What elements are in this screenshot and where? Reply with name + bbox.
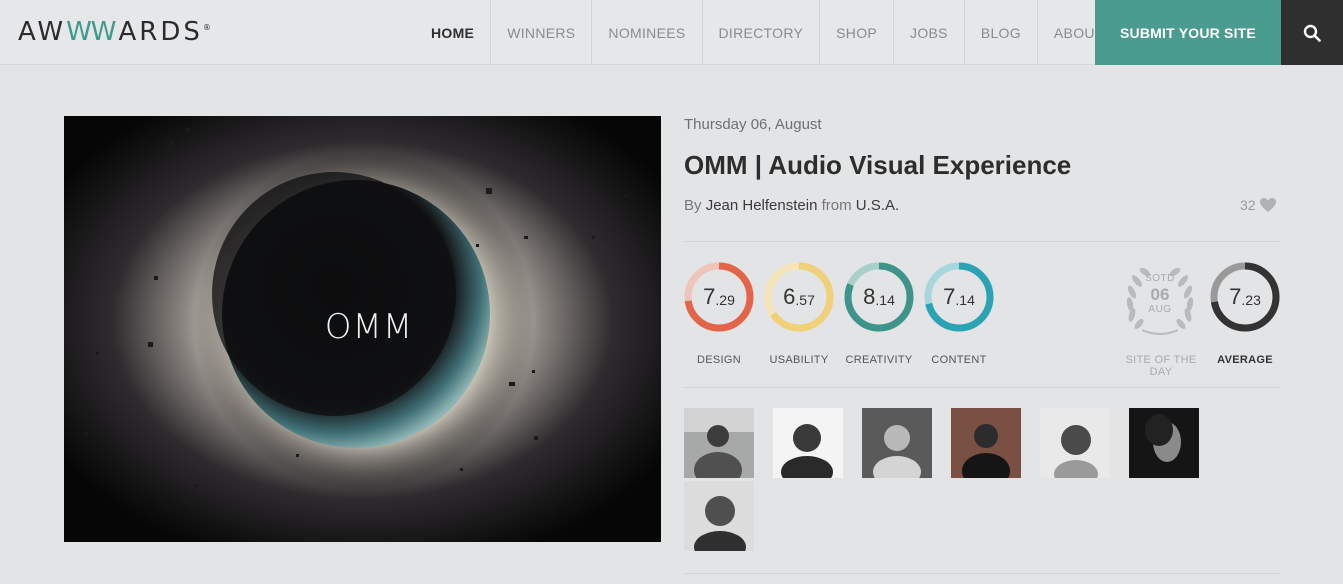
main-nav: HOME WINNERS NOMINEES DIRECTORY SHOP JOB… [415, 0, 1144, 65]
nav-blog[interactable]: BLOG [963, 0, 1037, 65]
usability-label: USABILITY [769, 354, 829, 366]
site-screenshot-image[interactable]: OMM [64, 116, 661, 542]
jury-avatar[interactable] [1040, 408, 1110, 478]
creativity-label: CREATIVITY [845, 354, 913, 366]
nav-jobs[interactable]: JOBS [893, 0, 964, 65]
design-label: DESIGN [697, 354, 741, 366]
site-title: OMM | Audio Visual Experience [684, 150, 1072, 180]
by-label: By [684, 197, 702, 214]
nav-winners[interactable]: WINNERS [490, 0, 591, 65]
average-score: 7.23 [1210, 262, 1280, 332]
nav-home[interactable]: HOME [415, 0, 490, 65]
site-header: AWWW ARDS® HOME WINNERS NOMINEES DIRECTOR… [0, 0, 1343, 65]
design-score: 7.29 [684, 262, 754, 332]
heart-icon [1259, 198, 1276, 212]
jury-avatar[interactable] [684, 408, 754, 478]
divider [684, 241, 1280, 242]
nav-nominees[interactable]: NOMINEES [591, 0, 701, 65]
eclipse-artwork: OMM [64, 116, 661, 542]
from-label: from [821, 197, 852, 214]
byline: By Jean Helfenstein from U.S.A. [684, 197, 899, 214]
awwwards-logo[interactable]: AWWW ARDS® [18, 16, 211, 48]
nav-directory[interactable]: DIRECTORY [701, 0, 820, 65]
avatar [1129, 408, 1199, 478]
svg-text:OMM: OMM [325, 307, 413, 347]
submit-your-site-button[interactable]: SUBMIT YOUR SITE [1095, 0, 1281, 65]
sotd-badge: SOTD 06 AUG [1145, 273, 1175, 315]
country-link[interactable]: U.S.A. [856, 197, 899, 214]
avatar [684, 408, 754, 478]
search-button[interactable] [1281, 0, 1343, 65]
jury-avatar[interactable] [1129, 408, 1199, 478]
avatar [684, 481, 754, 551]
avatar [773, 408, 843, 478]
likes-button[interactable]: 32 [1240, 197, 1277, 213]
jury-avatar[interactable] [684, 481, 754, 551]
award-date: Thursday 06, August [684, 116, 822, 133]
avatar [951, 408, 1021, 478]
jury-avatar[interactable] [951, 408, 1021, 478]
search-icon [1303, 24, 1321, 42]
creativity-score: 8.14 [844, 262, 914, 332]
jury-avatar[interactable] [773, 408, 843, 478]
likes-count: 32 [1240, 197, 1256, 213]
avatar [862, 408, 932, 478]
nav-shop[interactable]: SHOP [819, 0, 893, 65]
author-link[interactable]: Jean Helfenstein [706, 197, 818, 214]
divider [684, 573, 1280, 574]
usability-score: 6.57 [764, 262, 834, 332]
avatar [1040, 408, 1110, 478]
jury-avatar[interactable] [862, 408, 932, 478]
average-label: AVERAGE [1217, 354, 1273, 366]
divider [684, 387, 1280, 388]
site-of-the-day-label: SITE OF THE DAY [1125, 354, 1197, 378]
content-label: CONTENT [931, 354, 987, 366]
content-score: 7.14 [924, 262, 994, 332]
